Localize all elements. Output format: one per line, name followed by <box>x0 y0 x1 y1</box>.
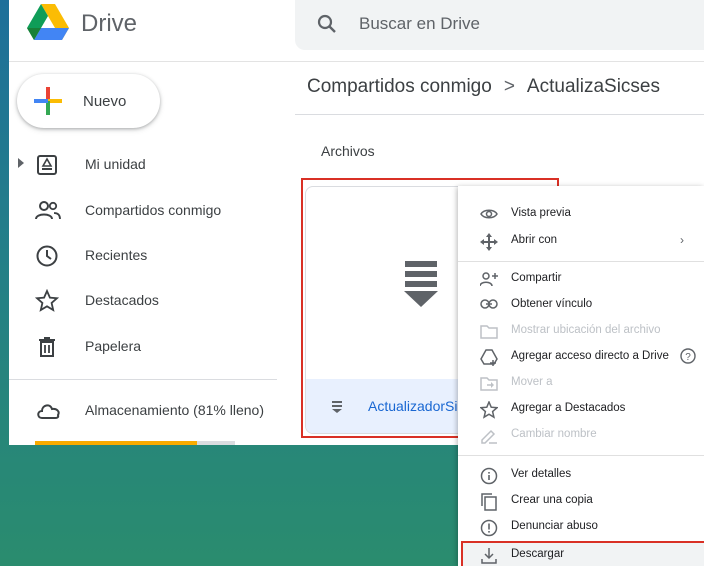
eye-icon <box>480 209 498 219</box>
sidebar-item-mi-unidad[interactable]: Mi unidad <box>9 147 279 183</box>
move-to-icon <box>480 377 498 391</box>
section-title: Archivos <box>321 143 375 159</box>
sidebar-divider <box>9 379 277 380</box>
chevron-right-icon: › <box>680 233 684 247</box>
expand-arrow-icon[interactable] <box>18 158 24 168</box>
search-input[interactable]: Buscar en Drive <box>359 14 480 34</box>
menu-item-obtener-vinculo[interactable]: Obtener vínculo <box>458 292 704 318</box>
drive-icon <box>37 155 57 175</box>
menu-item-denunciar-abuso[interactable]: Denunciar abuso <box>458 514 704 540</box>
cloud-icon <box>37 404 60 419</box>
person-add-icon <box>480 272 498 287</box>
search-icon <box>317 14 336 33</box>
context-menu: Vista previa Abrir con › Compartir Obten… <box>458 186 704 566</box>
folder-icon <box>480 325 498 339</box>
sidebar-item-label: Destacados <box>85 292 159 308</box>
menu-item-mover-a: Mover a <box>458 370 704 396</box>
sidebar-item-label: Recientes <box>85 247 148 263</box>
main-divider <box>295 114 704 115</box>
sidebar-item-recientes[interactable]: Recientes <box>9 238 279 274</box>
menu-item-agregar-destacados[interactable]: Agregar a Destacados <box>458 396 704 422</box>
breadcrumb-parent[interactable]: Compartidos conmigo <box>307 76 492 97</box>
sidebar-item-compartidos[interactable]: Compartidos conmigo <box>9 193 279 229</box>
menu-item-acceso-directo[interactable]: Agregar acceso directo a Drive ? <box>458 344 704 370</box>
plus-color-icon <box>34 87 62 115</box>
menu-item-crear-copia[interactable]: Crear una copia <box>458 488 704 514</box>
pencil-icon <box>481 429 497 444</box>
storage-bar <box>35 441 235 445</box>
sidebar-item-destacados[interactable]: Destacados <box>9 283 279 319</box>
new-button-label: Nuevo <box>83 93 127 110</box>
star-icon <box>480 401 498 419</box>
people-icon <box>35 201 61 220</box>
clock-icon <box>36 245 58 267</box>
svg-text:?: ? <box>685 352 691 363</box>
trash-icon <box>39 337 55 357</box>
breadcrumb: Compartidos conmigo > ActualizaSicses <box>307 76 660 98</box>
download-icon <box>481 548 497 564</box>
storage-label: Almacenamiento (81% lleno) <box>85 402 264 418</box>
sidebar-item-label: Compartidos conmigo <box>85 202 222 218</box>
report-icon <box>480 519 498 537</box>
menu-item-mostrar-ubicacion: Mostrar ubicación del archivo <box>458 318 704 344</box>
sidebar-item-label: Mi unidad <box>85 156 146 172</box>
menu-item-descargar[interactable]: Descargar <box>461 541 704 566</box>
menu-item-label: Descargar <box>511 548 565 560</box>
sidebar-item-storage[interactable]: Almacenamiento (81% lleno) <box>9 393 279 429</box>
shortcut-icon <box>480 349 498 366</box>
new-button[interactable]: Nuevo <box>17 74 160 128</box>
help-icon[interactable]: ? <box>680 348 696 364</box>
menu-item-abrir-con[interactable]: Abrir con › <box>458 228 704 254</box>
menu-item-vista-previa[interactable]: Vista previa <box>458 201 704 227</box>
sidebar-item-label: Papelera <box>85 338 142 354</box>
link-icon <box>480 299 498 309</box>
breadcrumb-current[interactable]: ActualizaSicses <box>527 76 660 97</box>
sidebar-item-papelera[interactable]: Papelera <box>9 329 279 365</box>
search-box[interactable]: Buscar en Drive <box>295 0 704 50</box>
menu-divider <box>458 455 704 456</box>
chevron-right-icon: > <box>503 76 515 97</box>
move-icon <box>480 233 498 251</box>
drive-logo-icon <box>27 4 69 40</box>
menu-item-cambiar-nombre: Cambiar nombre <box>458 422 704 448</box>
storage-bar-fill <box>35 441 197 445</box>
brand-name: Drive <box>81 10 138 37</box>
menu-divider <box>458 261 704 262</box>
star-icon <box>35 289 59 312</box>
info-icon <box>480 467 498 485</box>
top-bar: Drive Buscar en Drive <box>9 0 704 62</box>
menu-item-ver-detalles[interactable]: Ver detalles <box>458 462 704 488</box>
copy-icon <box>481 493 497 511</box>
menu-item-compartir[interactable]: Compartir <box>458 266 704 292</box>
